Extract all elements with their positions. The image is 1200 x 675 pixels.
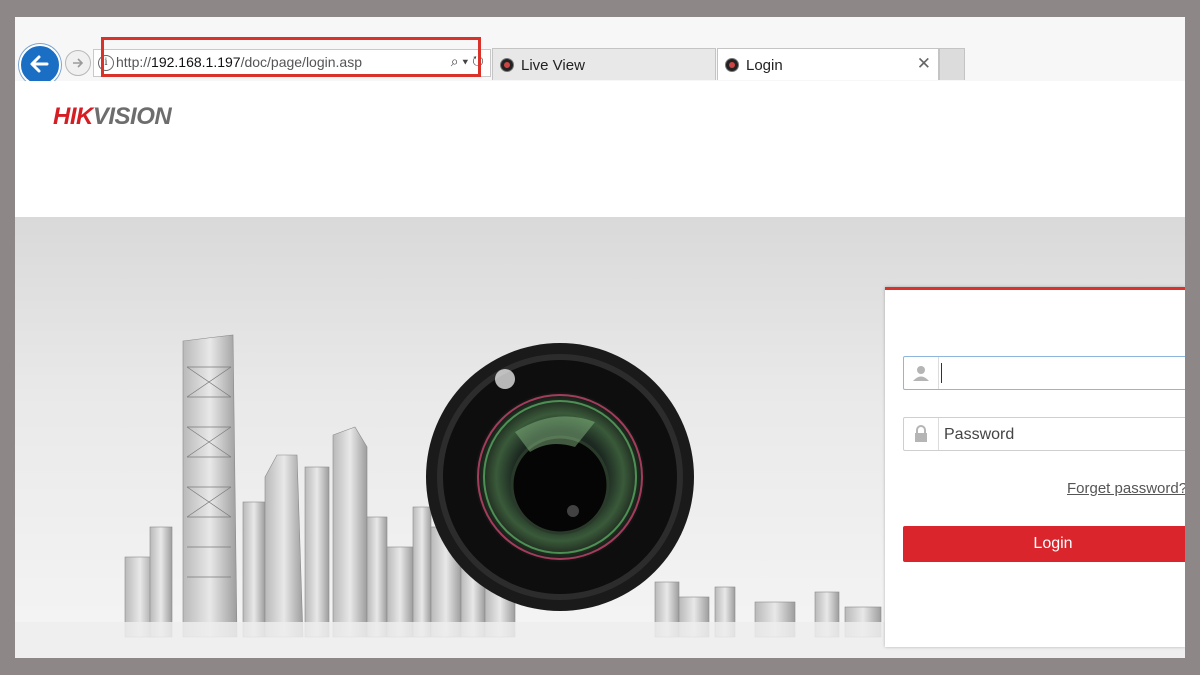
login-button[interactable]: Login [903,526,1185,562]
tab-label: Login [746,57,783,74]
close-tab-icon[interactable]: ✕ [917,54,931,74]
new-tab-button[interactable] [939,48,965,80]
tab-login[interactable]: Login ✕ [717,48,939,80]
screenshot-frame: i http://192.168.1.197/doc/page/login.as… [15,17,1185,658]
arrow-left-icon [30,55,49,73]
forget-password-link[interactable]: Forget password? [1067,480,1185,497]
username-input[interactable] [942,362,1185,386]
forward-button[interactable] [65,50,91,76]
camera-favicon-icon [500,58,514,72]
url-highlight-box [101,37,481,77]
hikvision-logo: HIKVISION [53,103,172,130]
password-input[interactable] [942,423,1185,447]
login-panel: Forget password? Login [885,287,1185,647]
tab-live-view[interactable]: Live View [492,48,716,80]
password-field[interactable] [903,417,1185,451]
lock-icon [915,425,927,442]
page-header [15,81,1185,217]
user-icon [913,366,929,381]
camera-favicon-icon [725,58,739,72]
username-field[interactable] [903,356,1185,390]
arrow-right-icon [73,58,84,68]
back-button[interactable] [19,44,61,86]
tab-label: Live View [521,57,585,74]
